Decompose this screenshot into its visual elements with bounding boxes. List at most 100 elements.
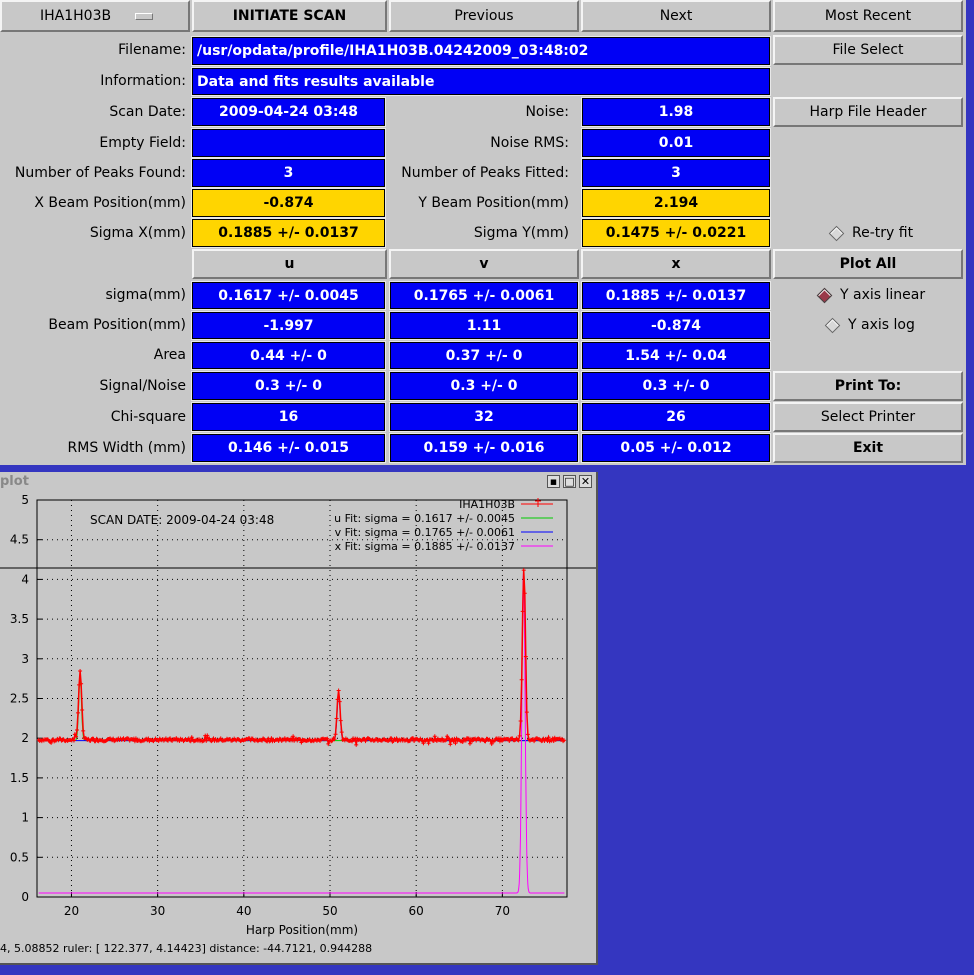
y-tick-label: 0 [21,890,29,904]
close-icon[interactable]: ✕ [579,475,592,488]
table-cell: 1.54 +/- 0.04 [581,341,771,370]
most-recent-button[interactable]: Most Recent [773,0,963,32]
y-axis-log-radio-icon [824,317,841,333]
legend-label: IHA1H03B [459,498,515,511]
select-printer-button[interactable]: Select Printer [773,402,963,432]
x-tick-label: 70 [495,904,510,918]
table-cell: 0.159 +/- 0.016 [389,433,579,463]
y-tick-label: 4 [21,572,29,586]
next-button[interactable]: Next [581,0,771,32]
x-beam-label: X Beam Position(mm) [34,195,186,211]
table-cell: 0.1765 +/- 0.0061 [389,281,579,310]
table-cell: 1.11 [389,311,579,340]
rms-row-label: RMS Width (mm) [67,440,186,456]
table-cell: 0.3 +/- 0 [191,371,386,401]
x-tick-label: 60 [409,904,424,918]
table-cell: 26 [581,402,771,432]
noise-field: 1.98 [581,97,771,127]
y-beam-label: Y Beam Position(mm) [418,195,569,211]
y-tick-label: 4.5 [10,533,29,547]
column-header-v[interactable]: v [389,249,579,279]
menu-indicator-icon [135,12,154,20]
noise-rms-label: Noise RMS: [490,135,569,151]
sigma-row-label: sigma(mm) [105,287,187,303]
noise-label: Noise: [525,104,569,120]
sigma-x-label: Sigma X(mm) [89,225,186,241]
initiate-scan-button[interactable]: INITIATE SCAN [192,0,387,32]
plot-background [0,492,596,942]
y-axis-linear-radio-icon [816,287,833,303]
scan-date-field: 2009-04-24 03:48 [191,97,386,127]
sigma-y-label: Sigma Y(mm) [473,225,569,241]
y-axis-log-option[interactable]: Y axis log [824,317,915,333]
y-tick-label: 1.5 [10,771,29,785]
print-to-button[interactable]: Print To: [773,371,963,401]
exit-button[interactable]: Exit [773,433,963,463]
information-field: Data and fits results available [191,67,771,96]
column-header-x[interactable]: x [581,249,771,279]
harp-select-label: IHA1H03B [40,8,112,24]
area-row-label: Area [153,347,186,363]
y-tick-label: 5 [21,493,29,507]
harp-profile-chart[interactable]: 20 30 40 50 60 70 0 0.5 1 1.5 2 2.5 3 3.5 4 4.5 5 SCAN D… [0,492,596,942]
previous-button[interactable]: Previous [389,0,579,32]
harp-select-menu[interactable]: IHA1H03B [0,0,190,32]
snr-row-label: Signal/Noise [99,378,186,394]
table-cell: 16 [191,402,386,432]
legend-label: x Fit: sigma = 0.1885 +/- 0.0137 [335,540,515,553]
table-cell: 0.44 +/- 0 [191,341,386,370]
empty-field[interactable] [191,128,386,158]
y-axis-linear-label: Y axis linear [840,287,926,303]
retry-fit-radio-icon [828,225,845,241]
sigma-x-field: 0.1885 +/- 0.0137 [191,218,386,248]
information-label: Information: [100,73,186,89]
column-header-u[interactable]: u [192,249,387,279]
y-tick-label: 3 [21,652,29,666]
plot-window: plot ▪ □ ✕ 20 30 40 50 60 70 0 0.5 1 1.5 2 2.5 3 3.5 4… [0,472,598,965]
y-axis-log-label: Y axis log [848,317,915,333]
table-cell: 0.146 +/- 0.015 [191,433,386,463]
filename-label: Filename: [118,42,186,58]
maximize-icon[interactable]: □ [563,475,576,488]
plot-window-titlebar[interactable]: plot ▪ □ ✕ [0,472,596,493]
x-beam-field: -0.874 [191,188,386,218]
x-tick-label: 50 [322,904,337,918]
y-tick-label: 3.5 [10,612,29,626]
table-cell: 32 [389,402,579,432]
y-axis-linear-option[interactable]: Y axis linear [816,287,926,303]
peaks-found-field: 3 [191,158,386,188]
chi-row-label: Chi-square [110,409,186,425]
y-beam-field: 2.194 [581,188,771,218]
scan-date-label: Scan Date: [109,104,186,120]
file-select-button[interactable]: File Select [773,35,963,65]
scan-date-annotation: SCAN DATE: 2009-04-24 03:48 [90,513,274,527]
table-cell: 0.1885 +/- 0.0137 [581,281,771,310]
peaks-fitted-label: Number of Peaks Fitted: [401,165,569,181]
y-tick-label: 1 [21,811,29,825]
peaks-found-label: Number of Peaks Found: [14,165,186,181]
plot-window-title: plot [0,474,29,489]
table-cell: 0.3 +/- 0 [581,371,771,401]
harp-file-header-button[interactable]: Harp File Header [773,97,963,127]
y-tick-label: 2.5 [10,692,29,706]
plot-status-bar: 4, 5.08852 ruler: [ 122.377, 4.14423] di… [0,942,373,955]
table-cell: -1.997 [191,311,386,340]
legend-label: v Fit: sigma = 0.1765 +/- 0.0061 [335,526,515,539]
retry-fit-option[interactable]: Re-try fit [828,225,913,241]
y-tick-label: 0.5 [10,850,29,864]
table-cell: -0.874 [581,311,771,340]
filename-field[interactable]: /usr/opdata/profile/IHA1H03B.04242009_03… [191,36,771,66]
noise-rms-field: 0.01 [581,128,771,158]
beam-pos-row-label: Beam Position(mm) [48,317,186,333]
x-tick-label: 30 [150,904,165,918]
plot-all-button[interactable]: Plot All [773,249,963,279]
table-cell: 0.05 +/- 0.012 [581,433,771,463]
minimize-icon[interactable]: ▪ [547,475,560,488]
table-cell: 0.1617 +/- 0.0045 [191,281,386,310]
x-tick-label: 40 [236,904,251,918]
table-cell: 0.37 +/- 0 [389,341,579,370]
y-tick-label: 2 [21,731,29,745]
x-tick-label: 20 [64,904,79,918]
harp-scan-panel: IHA1H03B INITIATE SCAN Previous Next Mos… [0,0,966,465]
table-cell: 0.3 +/- 0 [389,371,579,401]
